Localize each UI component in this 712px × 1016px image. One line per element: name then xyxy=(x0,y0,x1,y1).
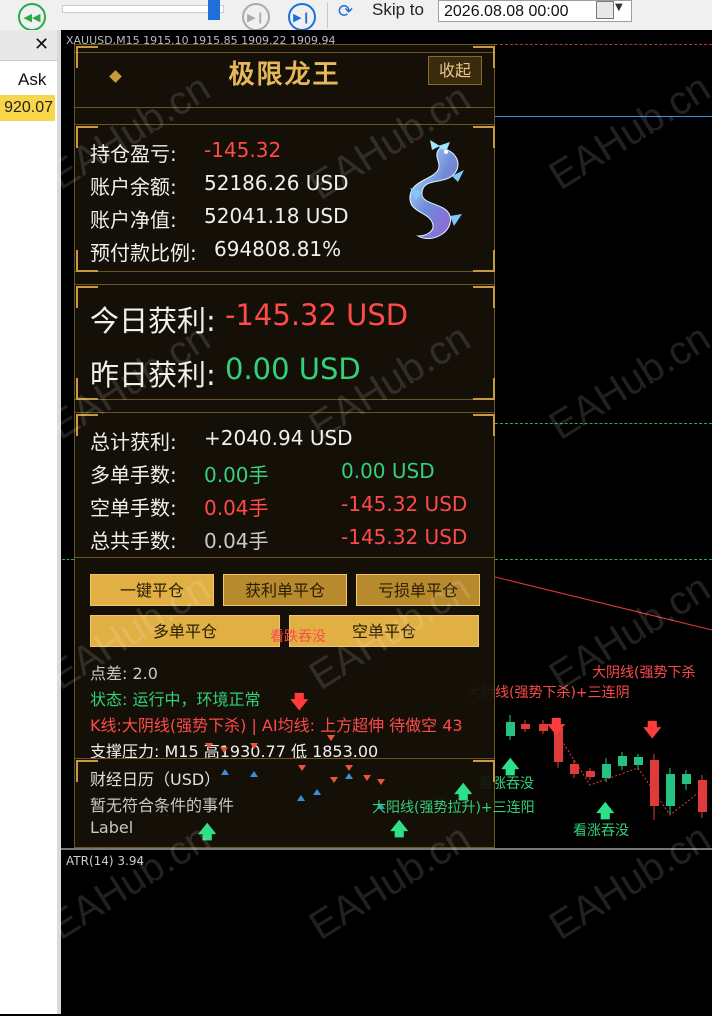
buy-arrow-icon: 🡅 xyxy=(390,819,409,840)
all-lots-value: 0.04手 xyxy=(204,529,269,553)
today-value: -145.32 USD xyxy=(225,298,409,332)
toolbar-divider xyxy=(327,2,328,28)
dragon-logo xyxy=(409,140,464,239)
buy-lots-label: 多单手数: xyxy=(90,463,177,487)
pattern-label: 大阳线(强势拉升)+三连阳 xyxy=(372,800,535,816)
skip-forward-icon[interactable]: ▶❙ xyxy=(288,3,316,31)
yesterday-value: 0.00 USD xyxy=(225,352,361,386)
close-profit-button[interactable]: 获利单平仓 xyxy=(223,574,347,606)
pattern-label: 看跌吞没 xyxy=(270,629,326,645)
chart-support-line-left xyxy=(62,559,74,560)
all-lots-label: 总共手数: xyxy=(90,529,177,553)
calendar-icon[interactable] xyxy=(596,1,614,19)
corner-ornament xyxy=(473,126,495,148)
chevron-down-icon[interactable]: ▼ xyxy=(615,2,623,13)
ask-price-cell[interactable]: 920.07 xyxy=(0,95,55,121)
corner-ornament xyxy=(473,250,495,272)
rewind-icon[interactable]: ◀◀ xyxy=(18,3,46,31)
all-usd-value: -145.32 USD xyxy=(341,525,468,549)
ask-column-header: Ask xyxy=(18,70,47,89)
sell-arrow-icon: 🡇 xyxy=(290,692,309,713)
pnl-value: -145.32 xyxy=(204,138,282,162)
step-forward-icon[interactable]: ▶❙ xyxy=(242,3,270,31)
sell-arrow-icon: 🡇 xyxy=(643,720,662,741)
close-icon[interactable]: ✕ xyxy=(34,34,49,55)
equity-label: 账户净值: xyxy=(90,208,177,232)
corner-ornament xyxy=(473,378,495,400)
buy-usd-value: 0.00 USD xyxy=(341,459,435,483)
corner-ornament xyxy=(473,286,495,308)
speed-slider[interactable] xyxy=(62,5,224,13)
sell-usd-value: -145.32 USD xyxy=(341,492,468,516)
margin-value: 694808.81% xyxy=(214,237,342,261)
margin-label: 预付款比例: xyxy=(90,241,197,265)
pattern-label: 看涨吞没 xyxy=(573,823,629,839)
corner-ornament xyxy=(473,414,495,436)
calendar-label: Label xyxy=(90,818,134,837)
buy-lots-value: 0.00手 xyxy=(204,463,269,487)
chart-support-line-2 xyxy=(495,559,712,560)
speed-slider-thumb[interactable] xyxy=(208,0,220,20)
sell-arrow-icon: 🡇 xyxy=(547,717,566,738)
skip-to-icon[interactable]: ⟳ xyxy=(338,1,353,22)
status-text: 状态: 运行中，环境正常 xyxy=(90,690,261,709)
sell-lots-value: 0.04手 xyxy=(204,496,269,520)
total-profit-label: 总计获利: xyxy=(90,430,177,454)
sell-lots-label: 空单手数: xyxy=(90,496,177,520)
skip-to-label[interactable]: Skip to xyxy=(372,0,424,20)
chart-level-line xyxy=(495,44,712,45)
market-watch-panel xyxy=(0,30,57,1014)
signal-text: K线:大阴线(强势下杀) | AI均线: 上方超伸 待做空 43 xyxy=(90,716,463,735)
